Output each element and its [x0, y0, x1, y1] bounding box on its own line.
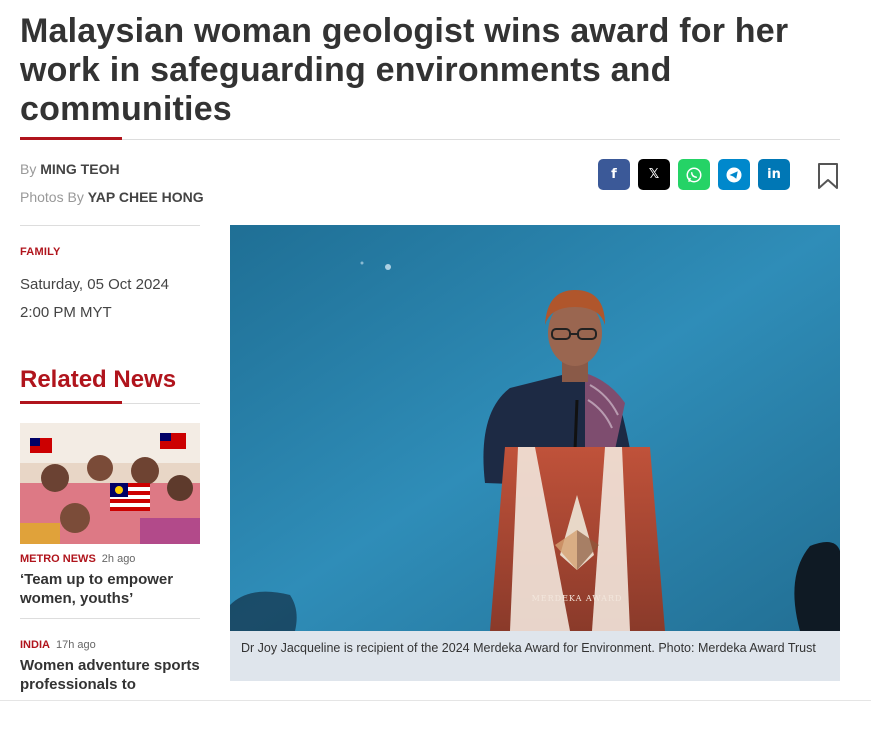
sidebar-divider: [20, 225, 200, 226]
title-accent-bar: [20, 137, 122, 140]
photos-prefix: Photos By: [20, 189, 84, 205]
related-item-2-headline[interactable]: Women adventure sports professionals to: [20, 656, 200, 694]
related-item-2-meta: INDIA 17h ago: [20, 639, 96, 651]
title-divider: [20, 139, 840, 140]
x-share-button[interactable]: 𝕏: [638, 159, 670, 190]
byline-photographer: Photos By YAP CHEE HONG: [20, 189, 204, 205]
share-bar: f 𝕏 in: [598, 159, 790, 190]
publish-time: 2:00 PM MYT: [20, 304, 112, 321]
footer-divider: [0, 700, 871, 701]
related-item-2-category[interactable]: INDIA: [20, 639, 50, 651]
facebook-icon: f: [611, 167, 617, 182]
related-accent-bar: [20, 401, 122, 404]
telegram-share-button[interactable]: [718, 159, 750, 190]
related-item-1-time: 2h ago: [101, 553, 136, 565]
byline-prefix: By: [20, 161, 37, 177]
linkedin-icon: in: [767, 167, 781, 182]
related-item-divider: [20, 618, 200, 619]
related-item-2-time: 17h ago: [55, 639, 96, 651]
category-tag[interactable]: FAMILY: [20, 246, 61, 258]
related-item-1-headline[interactable]: ‘Team up to empower women, youths’: [20, 570, 200, 608]
publish-date: Saturday, 05 Oct 2024: [20, 276, 169, 293]
photo-caption: Dr Joy Jacqueline is recipient of the 20…: [230, 631, 840, 681]
podium-logo-text: MERDEKA AWARD: [532, 594, 623, 603]
facebook-share-button[interactable]: f: [598, 159, 630, 190]
related-item-1-category[interactable]: METRO NEWS: [20, 553, 96, 565]
article-headline: Malaysian woman geologist wins award for…: [20, 12, 789, 128]
related-news-heading: Related News: [20, 366, 177, 393]
whatsapp-share-button[interactable]: [678, 159, 710, 190]
article-main-photo: MERDEKA AWARD: [230, 225, 840, 631]
linkedin-share-button[interactable]: in: [758, 159, 790, 190]
author-link[interactable]: MING TEOH: [40, 161, 119, 177]
photographer-link[interactable]: YAP CHEE HONG: [88, 189, 204, 205]
related-thumbnail[interactable]: [20, 423, 200, 544]
whatsapp-icon: [686, 167, 702, 182]
bookmark-icon[interactable]: [816, 162, 840, 190]
x-icon: 𝕏: [648, 167, 660, 182]
telegram-icon: [726, 167, 742, 182]
byline-author: By MING TEOH: [20, 161, 120, 177]
related-item-1-meta: METRO NEWS 2h ago: [20, 553, 135, 565]
